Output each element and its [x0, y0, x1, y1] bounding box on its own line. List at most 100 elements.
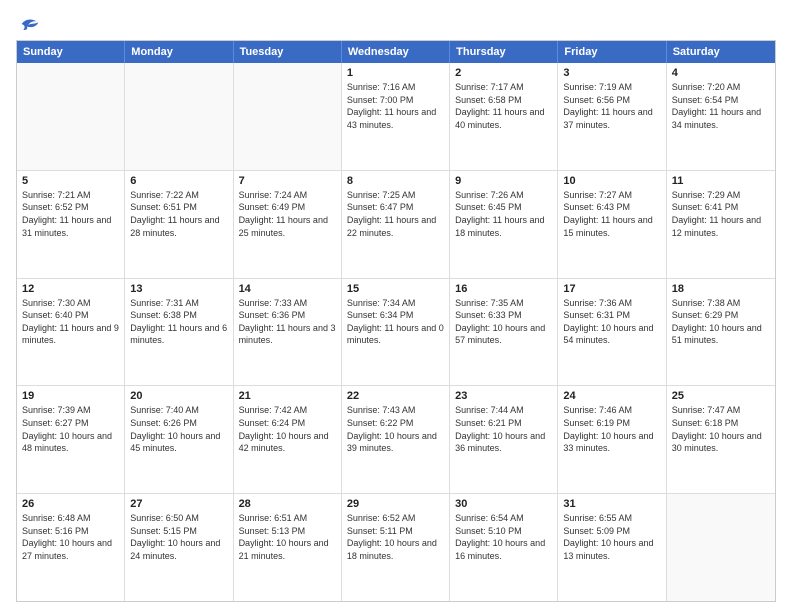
day-number: 24 [563, 390, 660, 402]
calendar-cell: 2 Sunrise: 7:17 AM Sunset: 6:58 PM Daylig… [450, 63, 558, 170]
calendar-cell: 11 Sunrise: 7:29 AM Sunset: 6:41 PM Dayli… [667, 171, 775, 278]
calendar-cell: 1 Sunrise: 7:16 AM Sunset: 7:00 PM Daylig… [342, 63, 450, 170]
calendar-cell [234, 63, 342, 170]
header-day-friday: Friday [558, 41, 666, 63]
calendar-cell: 17 Sunrise: 7:36 AM Sunset: 6:31 PM Dayli… [558, 279, 666, 386]
calendar-cell: 25 Sunrise: 7:47 AM Sunset: 6:18 PM Dayli… [667, 386, 775, 493]
day-info: Sunrise: 6:50 AM Sunset: 5:15 PM Dayligh… [130, 512, 227, 562]
day-info: Sunrise: 6:52 AM Sunset: 5:11 PM Dayligh… [347, 512, 444, 562]
calendar-row-2: 12Sunrise: 7:30 AM Sunset: 6:40 PM Dayli… [17, 278, 775, 386]
day-number: 14 [239, 283, 336, 295]
calendar-cell: 9 Sunrise: 7:26 AM Sunset: 6:45 PM Daylig… [450, 171, 558, 278]
day-number: 12 [22, 283, 119, 295]
day-info: Sunrise: 7:29 AM Sunset: 6:41 PM Dayligh… [672, 189, 770, 239]
day-info: Sunrise: 7:47 AM Sunset: 6:18 PM Dayligh… [672, 404, 770, 454]
day-info: Sunrise: 7:25 AM Sunset: 6:47 PM Dayligh… [347, 189, 444, 239]
calendar-cell: 29 Sunrise: 6:52 AM Sunset: 5:11 PM Dayli… [342, 494, 450, 601]
calendar-cell: 23Sunrise: 7:44 AM Sunset: 6:21 PM Dayli… [450, 386, 558, 493]
calendar-cell: 27Sunrise: 6:50 AM Sunset: 5:15 PM Dayli… [125, 494, 233, 601]
day-info: Sunrise: 7:42 AM Sunset: 6:24 PM Dayligh… [239, 404, 336, 454]
calendar-cell: 30Sunrise: 6:54 AM Sunset: 5:10 PM Dayli… [450, 494, 558, 601]
header [16, 16, 776, 32]
day-number: 7 [239, 175, 336, 187]
day-info: Sunrise: 6:54 AM Sunset: 5:10 PM Dayligh… [455, 512, 552, 562]
calendar-cell: 4Sunrise: 7:20 AM Sunset: 6:54 PM Daylig… [667, 63, 775, 170]
day-number: 29 [347, 498, 444, 510]
header-day-saturday: Saturday [667, 41, 775, 63]
calendar-cell: 7 Sunrise: 7:24 AM Sunset: 6:49 PM Daylig… [234, 171, 342, 278]
day-info: Sunrise: 7:43 AM Sunset: 6:22 PM Dayligh… [347, 404, 444, 454]
day-info: Sunrise: 7:19 AM Sunset: 6:56 PM Dayligh… [563, 81, 660, 131]
day-info: Sunrise: 7:40 AM Sunset: 6:26 PM Dayligh… [130, 404, 227, 454]
calendar-cell: 21 Sunrise: 7:42 AM Sunset: 6:24 PM Dayli… [234, 386, 342, 493]
day-number: 22 [347, 390, 444, 402]
calendar-cell [17, 63, 125, 170]
day-info: Sunrise: 7:36 AM Sunset: 6:31 PM Dayligh… [563, 297, 660, 347]
day-number: 5 [22, 175, 119, 187]
calendar-cell: 5Sunrise: 7:21 AM Sunset: 6:52 PM Daylig… [17, 171, 125, 278]
day-info: Sunrise: 7:35 AM Sunset: 6:33 PM Dayligh… [455, 297, 552, 347]
day-number: 20 [130, 390, 227, 402]
logo-text [16, 16, 42, 32]
calendar-cell: 24 Sunrise: 7:46 AM Sunset: 6:19 PM Dayli… [558, 386, 666, 493]
calendar-header: SundayMondayTuesdayWednesdayThursdayFrid… [17, 41, 775, 63]
day-info: Sunrise: 7:38 AM Sunset: 6:29 PM Dayligh… [672, 297, 770, 347]
calendar-row-4: 26 Sunrise: 6:48 AM Sunset: 5:16 PM Dayli… [17, 493, 775, 601]
day-number: 25 [672, 390, 770, 402]
calendar-cell: 6 Sunrise: 7:22 AM Sunset: 6:51 PM Daylig… [125, 171, 233, 278]
day-info: Sunrise: 7:27 AM Sunset: 6:43 PM Dayligh… [563, 189, 660, 239]
calendar-cell: 22 Sunrise: 7:43 AM Sunset: 6:22 PM Dayli… [342, 386, 450, 493]
calendar-cell: 19 Sunrise: 7:39 AM Sunset: 6:27 PM Dayli… [17, 386, 125, 493]
day-number: 13 [130, 283, 227, 295]
calendar-cell: 12Sunrise: 7:30 AM Sunset: 6:40 PM Dayli… [17, 279, 125, 386]
header-day-thursday: Thursday [450, 41, 558, 63]
day-number: 19 [22, 390, 119, 402]
calendar-cell [125, 63, 233, 170]
day-number: 28 [239, 498, 336, 510]
day-number: 15 [347, 283, 444, 295]
day-number: 1 [347, 67, 444, 79]
day-number: 21 [239, 390, 336, 402]
page: SundayMondayTuesdayWednesdayThursdayFrid… [0, 0, 792, 612]
day-number: 6 [130, 175, 227, 187]
calendar-cell: 8 Sunrise: 7:25 AM Sunset: 6:47 PM Daylig… [342, 171, 450, 278]
calendar-row-0: 1 Sunrise: 7:16 AM Sunset: 7:00 PM Daylig… [17, 63, 775, 170]
day-info: Sunrise: 7:20 AM Sunset: 6:54 PM Dayligh… [672, 81, 770, 131]
calendar-cell: 28 Sunrise: 6:51 AM Sunset: 5:13 PM Dayli… [234, 494, 342, 601]
header-day-monday: Monday [125, 41, 233, 63]
calendar-cell: 15Sunrise: 7:34 AM Sunset: 6:34 PM Dayli… [342, 279, 450, 386]
calendar-cell: 13 Sunrise: 7:31 AM Sunset: 6:38 PM Dayli… [125, 279, 233, 386]
header-day-sunday: Sunday [17, 41, 125, 63]
calendar-cell: 3Sunrise: 7:19 AM Sunset: 6:56 PM Daylig… [558, 63, 666, 170]
day-number: 18 [672, 283, 770, 295]
day-info: Sunrise: 7:33 AM Sunset: 6:36 PM Dayligh… [239, 297, 336, 347]
header-day-wednesday: Wednesday [342, 41, 450, 63]
day-info: Sunrise: 7:26 AM Sunset: 6:45 PM Dayligh… [455, 189, 552, 239]
day-info: Sunrise: 6:51 AM Sunset: 5:13 PM Dayligh… [239, 512, 336, 562]
day-number: 26 [22, 498, 119, 510]
day-info: Sunrise: 6:55 AM Sunset: 5:09 PM Dayligh… [563, 512, 660, 562]
day-number: 17 [563, 283, 660, 295]
header-day-tuesday: Tuesday [234, 41, 342, 63]
day-info: Sunrise: 7:24 AM Sunset: 6:49 PM Dayligh… [239, 189, 336, 239]
day-number: 9 [455, 175, 552, 187]
day-number: 11 [672, 175, 770, 187]
day-info: Sunrise: 6:48 AM Sunset: 5:16 PM Dayligh… [22, 512, 119, 562]
calendar-cell: 14 Sunrise: 7:33 AM Sunset: 6:36 PM Dayli… [234, 279, 342, 386]
logo [16, 16, 42, 32]
day-number: 8 [347, 175, 444, 187]
calendar-cell: 26 Sunrise: 6:48 AM Sunset: 5:16 PM Dayli… [17, 494, 125, 601]
calendar-row-3: 19 Sunrise: 7:39 AM Sunset: 6:27 PM Dayli… [17, 385, 775, 493]
calendar-cell: 31Sunrise: 6:55 AM Sunset: 5:09 PM Dayli… [558, 494, 666, 601]
day-info: Sunrise: 7:16 AM Sunset: 7:00 PM Dayligh… [347, 81, 444, 131]
day-info: Sunrise: 7:46 AM Sunset: 6:19 PM Dayligh… [563, 404, 660, 454]
calendar-cell: 10Sunrise: 7:27 AM Sunset: 6:43 PM Dayli… [558, 171, 666, 278]
day-number: 2 [455, 67, 552, 79]
day-info: Sunrise: 7:31 AM Sunset: 6:38 PM Dayligh… [130, 297, 227, 347]
day-info: Sunrise: 7:17 AM Sunset: 6:58 PM Dayligh… [455, 81, 552, 131]
day-info: Sunrise: 7:22 AM Sunset: 6:51 PM Dayligh… [130, 189, 227, 239]
calendar-cell: 18 Sunrise: 7:38 AM Sunset: 6:29 PM Dayli… [667, 279, 775, 386]
calendar-row-1: 5Sunrise: 7:21 AM Sunset: 6:52 PM Daylig… [17, 170, 775, 278]
calendar: SundayMondayTuesdayWednesdayThursdayFrid… [16, 40, 776, 602]
day-info: Sunrise: 7:39 AM Sunset: 6:27 PM Dayligh… [22, 404, 119, 454]
